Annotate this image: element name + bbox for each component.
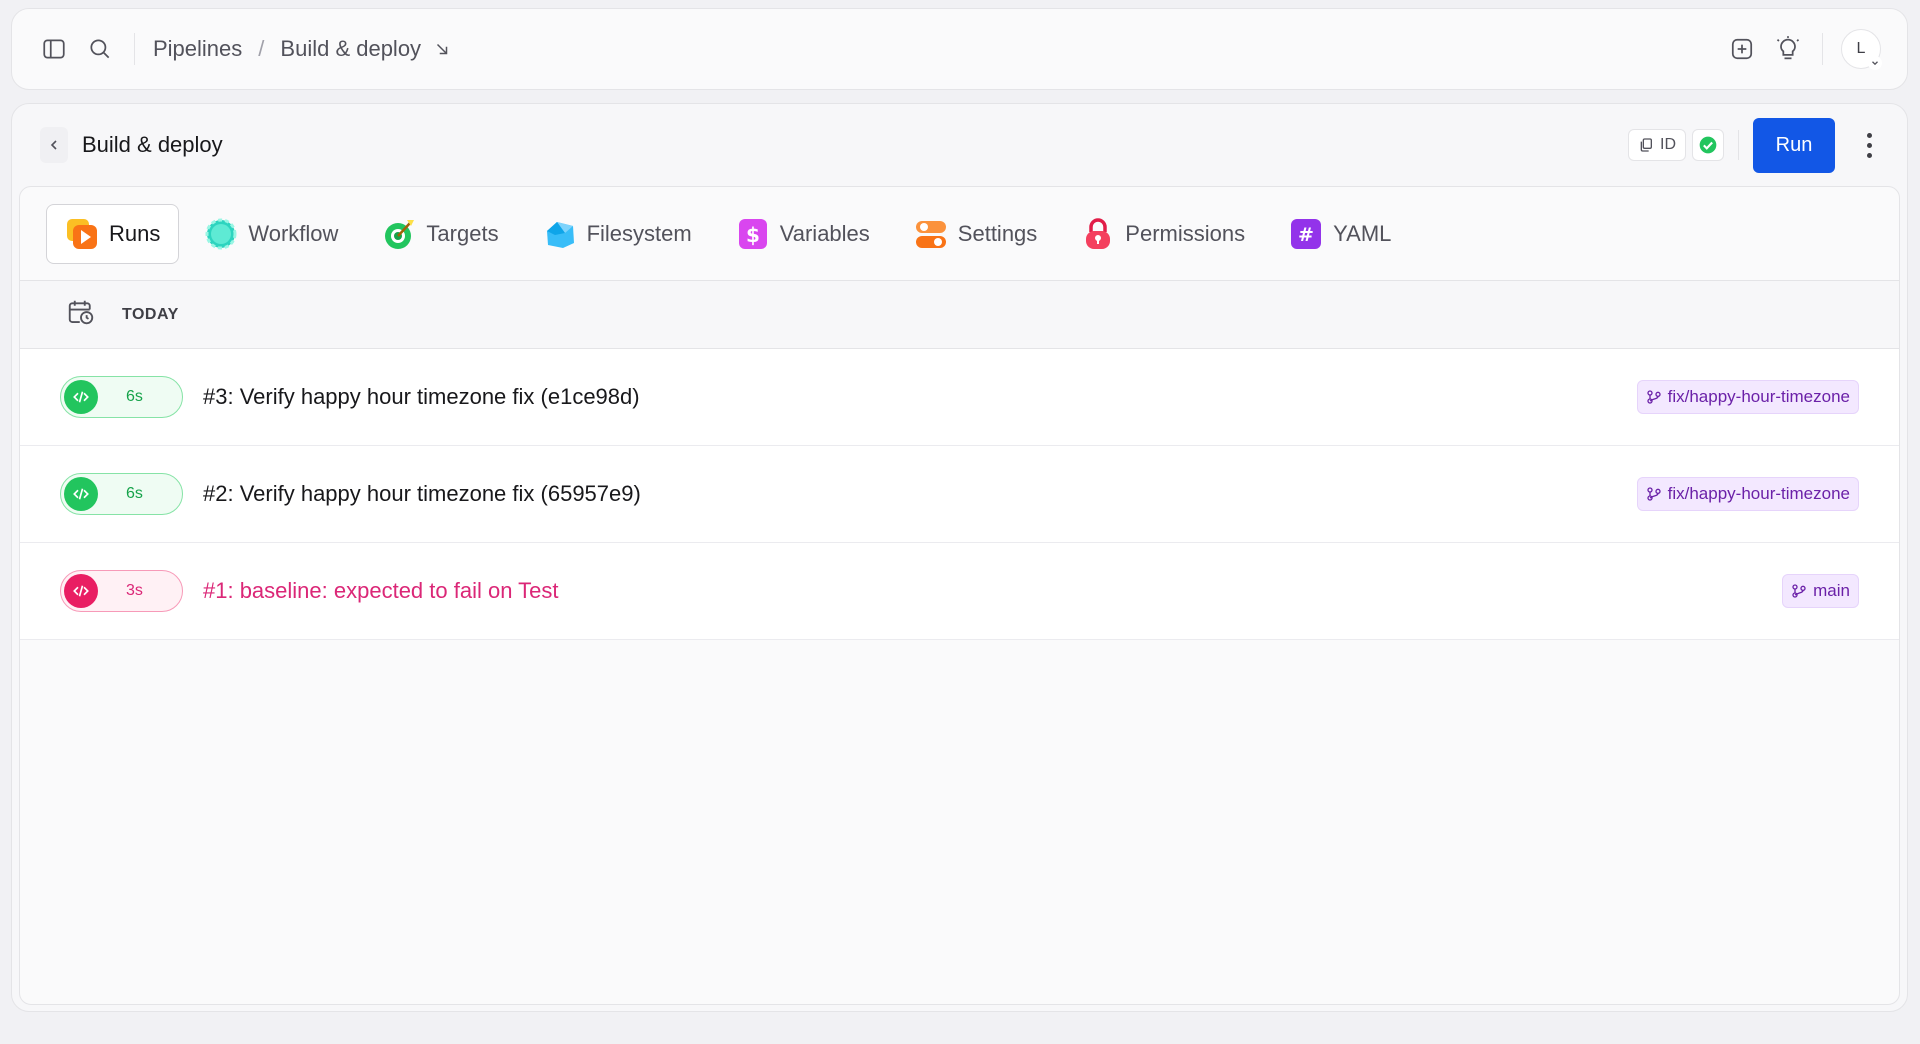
run-row[interactable]: 3s #1: baseline: expected to fail on Tes… [20, 543, 1899, 640]
git-branch-icon [1792, 584, 1806, 598]
avatar[interactable]: L [1841, 29, 1882, 70]
tab-label: Filesystem [586, 220, 692, 246]
branch-tag[interactable]: fix/happy-hour-timezone [1636, 380, 1859, 414]
copy-icon [1640, 138, 1652, 152]
tab-targets[interactable]: Targets [363, 204, 517, 264]
divider [1822, 33, 1823, 65]
code-icon [64, 380, 98, 414]
branch-tag[interactable]: main [1782, 574, 1859, 608]
filesystem-icon [543, 217, 577, 251]
tab-label: Runs [109, 220, 161, 246]
tab-label: Targets [426, 220, 499, 246]
tab-variables[interactable]: $ Variables [717, 204, 889, 264]
targets-icon [382, 217, 416, 251]
runs-icon [65, 217, 99, 251]
tab-settings[interactable]: Settings [895, 204, 1057, 264]
tab-label: Workflow [248, 220, 339, 246]
code-icon [64, 477, 98, 511]
breadcrumb-current[interactable]: Build & deploy [280, 36, 421, 62]
tab-workflow[interactable]: Workflow [185, 204, 357, 264]
calendar-clock-icon [66, 297, 96, 332]
git-branch-icon [1646, 487, 1661, 501]
page-title: Build & deploy [82, 132, 223, 157]
status-badge: 3s [60, 570, 183, 612]
branch-name: main [1813, 581, 1850, 600]
more-options-icon[interactable] [1859, 132, 1879, 158]
avatar-initial: L [1856, 40, 1866, 57]
sidebar-toggle-icon[interactable] [38, 33, 70, 65]
run-row[interactable]: 6s #3: Verify happy hour timezone fix (e… [20, 349, 1899, 446]
pipeline-card: Build & deploy ID Run Runs Workflow Targ… [11, 103, 1908, 1012]
git-branch-icon [1646, 390, 1661, 404]
divider [1738, 130, 1739, 160]
run-duration: 6s [126, 485, 143, 502]
variables-icon: $ [736, 217, 770, 251]
run-duration: 3s [126, 582, 143, 599]
back-button[interactable] [40, 127, 68, 163]
breadcrumb-separator: / [258, 36, 265, 61]
workflow-icon [204, 217, 238, 251]
run-button[interactable]: Run [1753, 117, 1835, 173]
breadcrumb-pipelines[interactable]: Pipelines [153, 36, 242, 62]
branch-name: fix/happy-hour-timezone [1667, 484, 1850, 503]
svg-text:#: # [1298, 224, 1314, 246]
tab-permissions[interactable]: Permissions [1062, 204, 1264, 264]
tab-runs[interactable]: Runs [46, 203, 180, 264]
lightbulb-icon[interactable] [1772, 33, 1804, 65]
date-group-header: TODAY [20, 281, 1899, 349]
svg-text:$: $ [746, 223, 760, 247]
search-icon[interactable] [84, 33, 116, 65]
copy-id-button[interactable]: ID [1628, 129, 1686, 161]
top-bar: Pipelines / Build & deploy L [11, 8, 1908, 90]
tab-bar: Runs Workflow Targets Filesystem $ Varia… [20, 187, 1899, 281]
runs-panel: Runs Workflow Targets Filesystem $ Varia… [19, 186, 1900, 1005]
status-check-badge[interactable] [1692, 129, 1724, 161]
check-circle-icon [1699, 136, 1717, 154]
status-badge: 6s [60, 473, 183, 515]
arrow-down-right-icon[interactable] [433, 40, 451, 58]
run-title[interactable]: #3: Verify happy hour timezone fix (e1ce… [203, 384, 640, 410]
branch-tag[interactable]: fix/happy-hour-timezone [1636, 477, 1859, 511]
run-duration: 6s [126, 388, 143, 405]
tab-label: Variables [779, 220, 870, 246]
tab-yaml[interactable]: # YAML [1270, 204, 1410, 264]
tab-label: Permissions [1125, 220, 1246, 246]
code-icon [64, 574, 98, 608]
add-icon[interactable] [1726, 33, 1758, 65]
id-label: ID [1660, 136, 1676, 153]
status-badge: 6s [60, 376, 183, 418]
tab-label: Settings [957, 220, 1038, 246]
run-row[interactable]: 6s #2: Verify happy hour timezone fix (6… [20, 446, 1899, 543]
divider [134, 33, 135, 65]
branch-name: fix/happy-hour-timezone [1667, 387, 1850, 406]
permissions-icon [1081, 217, 1115, 251]
chevron-down-icon [1868, 56, 1882, 70]
tab-filesystem[interactable]: Filesystem [524, 204, 711, 264]
tab-label: YAML [1333, 220, 1392, 246]
date-group-label: TODAY [122, 305, 179, 323]
run-title[interactable]: #1: baseline: expected to fail on Test [203, 578, 559, 604]
page-header: Build & deploy ID Run [12, 104, 1907, 186]
settings-icon [914, 217, 948, 251]
run-title[interactable]: #2: Verify happy hour timezone fix (6595… [203, 481, 641, 507]
yaml-icon: # [1289, 217, 1323, 251]
